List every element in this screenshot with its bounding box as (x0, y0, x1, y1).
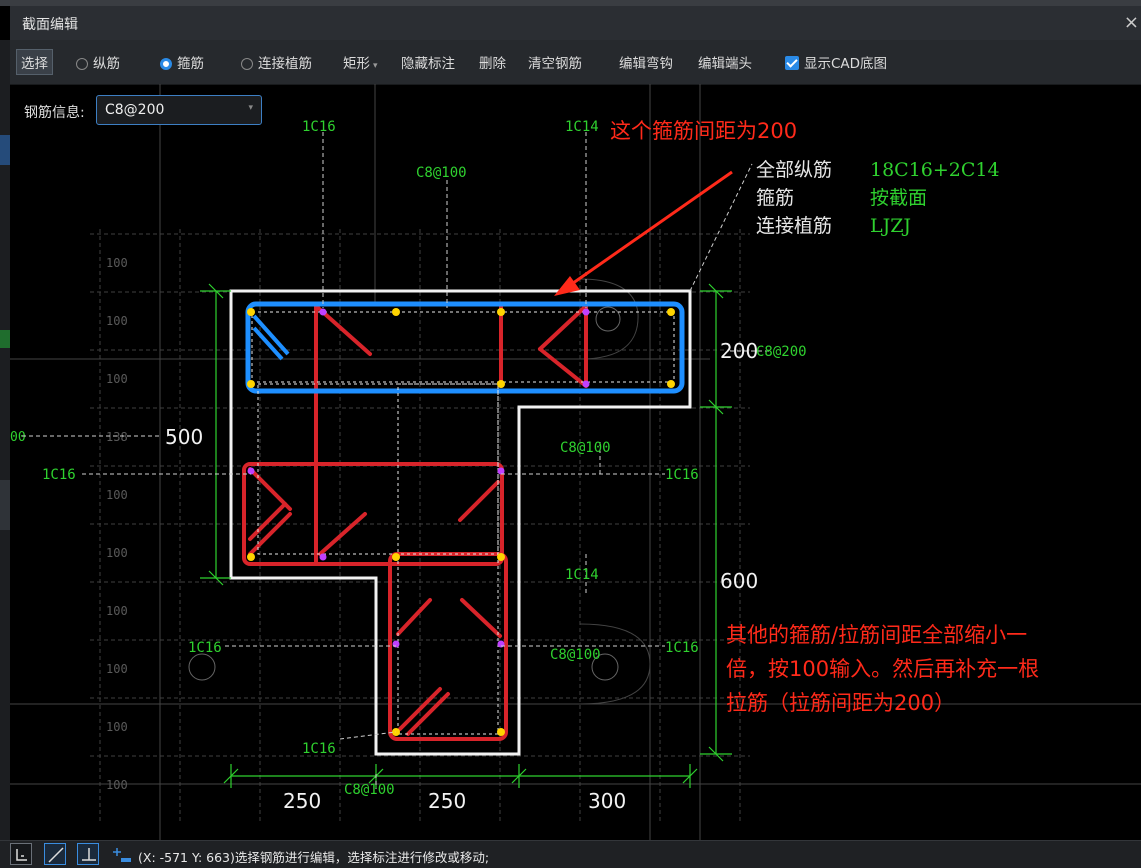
dim-250-b: 250 (428, 789, 466, 813)
grid-labels: 100 100 100 138 100 100 100 100 100 100 (106, 256, 128, 792)
svg-text:100: 100 (106, 372, 128, 386)
radio-stirrup-label: 箍筋 (177, 56, 204, 72)
legend-key-2: 箍筋 (756, 187, 794, 209)
legend-key-3: 连接植筋 (756, 215, 832, 237)
rebar-info-label: 钢筋信息: (24, 105, 85, 121)
radio-icon (76, 58, 88, 70)
svg-text:100: 100 (106, 662, 128, 676)
title-bar[interactable]: 截面编辑 × (10, 6, 1141, 41)
radio-anchor-label: 连接植筋 (258, 56, 312, 72)
label-1c16-left: 1C16 (42, 467, 76, 483)
polar-mode-icon[interactable] (44, 843, 66, 865)
rebar-lines (242, 304, 588, 741)
svg-text:拉筋（拉筋间距为200）: 拉筋（拉筋间距为200） (726, 691, 955, 715)
select-button[interactable]: 选择 (16, 49, 53, 75)
legend-value-2: 按截面 (870, 187, 927, 209)
svg-text:倍，按100输入。然后再补充一根: 倍，按100输入。然后再补充一根 (726, 657, 1039, 681)
dim-300: 300 (588, 789, 626, 813)
left-edge-block (0, 480, 10, 530)
left-edge-highlight (0, 135, 10, 165)
svg-text:100: 100 (106, 256, 128, 270)
legend-key-1: 全部纵筋 (756, 159, 832, 181)
edit-hook-button[interactable]: 编辑弯钩 (619, 52, 673, 72)
annotation-top: 这个箍筋间距为200 (610, 119, 797, 143)
grid-lines (90, 229, 750, 824)
show-cad-checkbox[interactable]: 显示CAD底图 (785, 52, 887, 72)
dim-200: 200 (720, 339, 758, 363)
dim-500: 500 (165, 425, 203, 449)
clear-rebar-button[interactable]: 清空钢筋 (528, 52, 582, 72)
checkbox-checked-icon (785, 56, 799, 70)
hide-dims-button[interactable]: 隐藏标注 (401, 52, 455, 72)
toolbar: 选择 纵筋 箍筋 连接植筋 矩形 ▾ 隐藏标注 删除 清空钢筋 编辑弯钩 编辑端头… (10, 40, 1141, 85)
shape-dropdown-label: 矩形 (343, 56, 370, 72)
dim-600: 600 (720, 569, 758, 593)
left-edge-green-mark (0, 330, 10, 348)
section-outline (229, 289, 692, 756)
dimension-values: 500 200 600 250 250 300 (165, 339, 758, 813)
legend-value-3: LJZJ (870, 215, 911, 237)
radio-icon (241, 58, 253, 70)
legend-value-1: 18C16+2C14 (870, 159, 1000, 181)
radio-longitudinal[interactable]: 纵筋 (76, 52, 120, 72)
radio-stirrup[interactable]: 箍筋 (160, 52, 204, 72)
label-c8-100-lower: C8@100 (550, 647, 601, 663)
show-cad-label: 显示CAD底图 (804, 56, 888, 72)
svg-text:100: 100 (106, 720, 128, 734)
rebar-info-select[interactable]: C8@200 ▾ (96, 95, 262, 125)
stirrup-blue[interactable] (245, 301, 685, 394)
window-title: 截面编辑 (22, 17, 78, 33)
label-1c16-bottom: 1C16 (302, 741, 336, 757)
svg-text:其他的箍筋/拉筋间距全部缩小一: 其他的箍筋/拉筋间距全部缩小一 (726, 623, 1027, 647)
snap-plus-icon[interactable] (110, 843, 132, 865)
svg-text:100: 100 (106, 488, 128, 502)
label-c8-200-right: C8@200 (756, 344, 807, 360)
label-c8-100-top: C8@100 (416, 165, 467, 181)
green-labels: 1C16 1C14 C8@100 C8@100 1C16 1C16 1C14 1… (42, 119, 807, 798)
label-1c14-mid: 1C14 (565, 567, 599, 583)
status-text: (X: -571 Y: 663)选择钢筋进行编辑，选择标注进行修改或移动; (138, 850, 490, 865)
edit-end-button[interactable]: 编辑端头 (698, 52, 752, 72)
label-1c16-lowleft: 1C16 (188, 640, 222, 656)
label-c8-100-bottom: C8@100 (344, 782, 395, 798)
legend: 全部纵筋 18C16+2C14 箍筋 按截面 连接植筋 LJZJ (756, 159, 1000, 237)
label-1c14-top: 1C14 (565, 119, 599, 135)
svg-text:100: 100 (106, 778, 128, 792)
label-1c16-top: 1C16 (302, 119, 336, 135)
leader-dashed (82, 132, 770, 789)
ortho-mode-icon[interactable] (10, 843, 32, 865)
status-bar: (X: -571 Y: 663)选择钢筋进行编辑，选择标注进行修改或移动; (0, 840, 1141, 868)
left-edge-panel (0, 40, 10, 840)
chevron-down-icon: ▾ (248, 103, 253, 113)
radio-longitudinal-label: 纵筋 (93, 56, 120, 72)
dimension-lines (200, 283, 732, 788)
svg-text:100: 100 (106, 604, 128, 618)
chevron-down-icon: ▾ (373, 61, 378, 71)
left-cut-label: 00 (10, 430, 26, 445)
radio-anchor[interactable]: 连接植筋 (241, 52, 312, 72)
svg-text:100: 100 (106, 314, 128, 328)
dim-250-a: 250 (283, 789, 321, 813)
label-c8-100-mid: C8@100 (560, 440, 611, 456)
radio-selected-icon (160, 58, 172, 70)
svg-text:138: 138 (106, 430, 128, 444)
rebar-info-value: C8@200 (105, 102, 165, 118)
shape-dropdown[interactable]: 矩形 ▾ (343, 52, 378, 72)
label-1c16-lowright: 1C16 (665, 640, 699, 656)
annotation-bottom: 其他的箍筋/拉筋间距全部缩小一 倍，按100输入。然后再补充一根 拉筋（拉筋间距… (726, 623, 1039, 715)
drawing-canvas[interactable]: 100 100 100 138 100 100 100 100 100 100 … (10, 84, 1141, 840)
close-icon[interactable]: × (1124, 12, 1139, 33)
rebar-dots (247, 308, 675, 736)
svg-text:100: 100 (106, 546, 128, 560)
label-1c16-right: 1C16 (665, 467, 699, 483)
perpendicular-icon[interactable] (77, 843, 99, 865)
delete-button[interactable]: 删除 (479, 52, 506, 72)
